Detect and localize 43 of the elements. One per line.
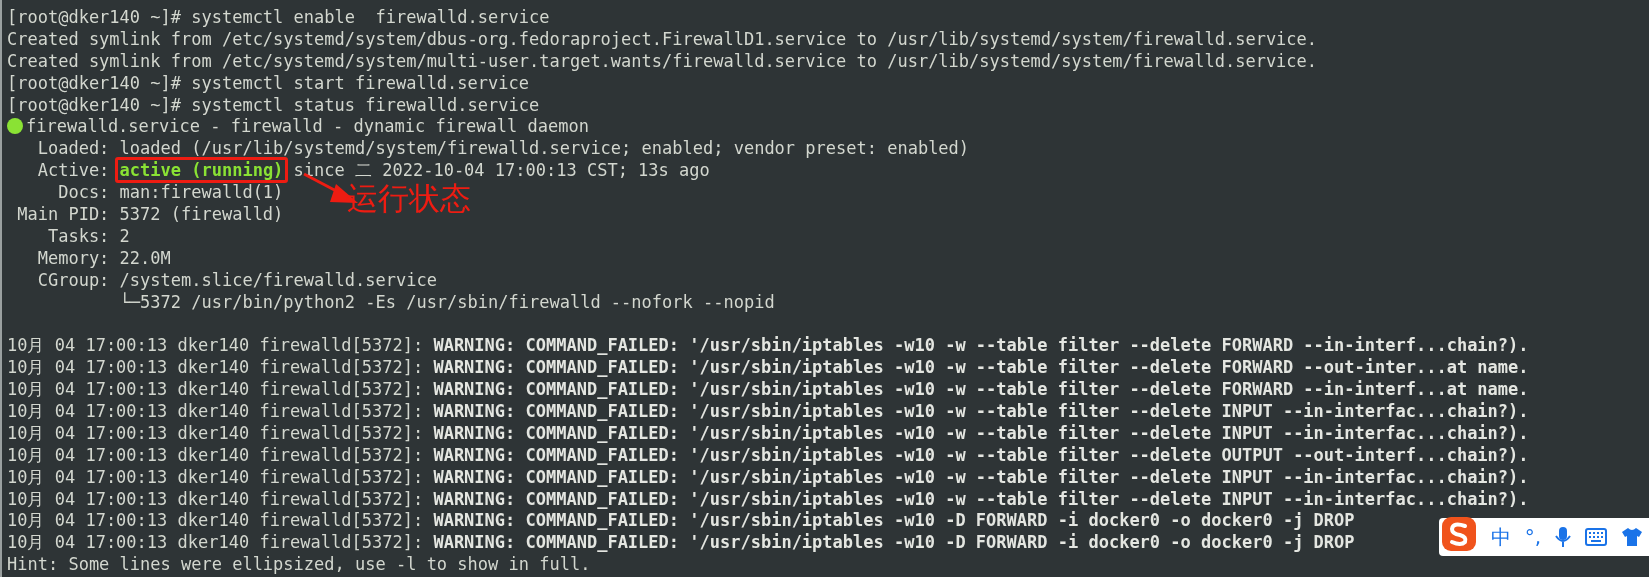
field-label: Active: <box>36 160 111 181</box>
log-message: WARNING: COMMAND_FAILED: '/usr/sbin/iptables -w10 -w --table filter --delete INPUT --in-interfac...chain?). <box>433 466 1529 487</box>
log-message: WARNING: COMMAND_FAILED: '/usr/sbin/iptables -w10 -w --table filter --delete OUTPUT --out-interf...chain?). <box>433 444 1529 465</box>
terminal-line: since 二 2022-10-04 17:00:13 CST; 13s ago <box>292 160 710 181</box>
terminal-line: Hint: Some lines were ellipsized, use -l to show in full. <box>7 554 591 575</box>
shirt-icon[interactable] <box>1621 527 1643 547</box>
terminal-line: └─5372 /usr/bin/python2 -Es /usr/sbin/firewalld --nofork --nopid <box>118 291 775 312</box>
terminal-line: Loaded: loaded (/usr/lib/systemd/system/firewalld.service; enabled; vendor preset: enabled) <box>36 138 970 159</box>
terminal-line: Memory: 22.0M <box>36 247 171 268</box>
log-message: WARNING: COMMAND_FAILED: '/usr/sbin/iptables -w10 -w --table filter --delete INPUT --in-interfac...chain?). <box>433 422 1529 443</box>
terminal-line: Tasks: 2 <box>46 225 130 246</box>
keyboard-icon[interactable] <box>1585 528 1607 546</box>
log-message: WARNING: COMMAND_FAILED: '/usr/sbin/iptables -w10 -w --table filter --delete INPUT --in-interfac...chain?). <box>433 401 1529 422</box>
log-prefix: 10月 04 17:00:13 dker140 firewalld[5372]: <box>7 532 425 553</box>
terminal-line: [root@dker140 ~]# systemctl status firewalld.service <box>7 94 540 115</box>
log-message: WARNING: COMMAND_FAILED: '/usr/sbin/iptables -w10 -w --table filter --delete FORWARD --in-interf...at name. <box>433 379 1529 400</box>
log-prefix: 10月 04 17:00:13 dker140 firewalld[5372]: <box>7 488 425 509</box>
log-prefix: 10月 04 17:00:13 dker140 firewalld[5372]: <box>7 422 425 443</box>
terminal-line: [root@dker140 ~]# systemctl enable firewalld.service <box>7 7 550 27</box>
punctuation-mode[interactable]: °, <box>1524 525 1541 549</box>
log-message: WARNING: COMMAND_FAILED: '/usr/sbin/iptables -w10 -D FORWARD -i docker0 -o docker0 -j DROP <box>433 510 1355 531</box>
log-prefix: 10月 04 17:00:13 dker140 firewalld[5372]: <box>7 357 425 378</box>
log-prefix: 10月 04 17:00:13 dker140 firewalld[5372]: <box>7 335 425 356</box>
log-message: WARNING: COMMAND_FAILED: '/usr/sbin/iptables -w10 -w --table filter --delete INPUT --in-interfac...chain?). <box>433 488 1529 509</box>
log-prefix: 10月 04 17:00:13 dker140 firewalld[5372]: <box>7 444 425 465</box>
log-message: WARNING: COMMAND_FAILED: '/usr/sbin/iptables -w10 -w --table filter --delete FORWARD --in-interf...chain?). <box>433 335 1529 356</box>
terminal-line: Created symlink from /etc/systemd/system/multi-user.target.wants/firewalld.service to /usr/lib/systemd/system/firewalld.service. <box>7 50 1318 71</box>
terminal-line: firewalld.service - firewalld - dynamic firewall daemon <box>26 116 589 137</box>
log-prefix: 10月 04 17:00:13 dker140 firewalld[5372]: <box>7 401 425 422</box>
microphone-icon[interactable] <box>1555 526 1571 548</box>
log-prefix: 10月 04 17:00:13 dker140 firewalld[5372]: <box>7 510 425 531</box>
terminal-line: Main PID: 5372 (firewalld) <box>16 204 284 224</box>
input-mode[interactable]: 中 <box>1490 523 1511 551</box>
terminal-line: [root@dker140 ~]# systemctl start firewalld.service <box>7 72 529 93</box>
log-message: WARNING: COMMAND_FAILED: '/usr/sbin/iptables -w10 -D FORWARD -i docker0 -o docker0 -j DROP <box>433 532 1355 553</box>
log-prefix: 10月 04 17:00:13 dker140 firewalld[5372]: <box>7 466 425 487</box>
annotation-label: 运行状态 <box>347 179 471 218</box>
active-state: active (running) <box>119 160 284 181</box>
terminal-line: Docs: man:firewalld(1) <box>57 182 284 203</box>
log-message: WARNING: COMMAND_FAILED: '/usr/sbin/iptables -w10 -w --table filter --delete FORWARD --out-inter...at name. <box>433 357 1529 378</box>
log-prefix: 10月 04 17:00:13 dker140 firewalld[5372]: <box>7 379 425 400</box>
terminal-line: Created symlink from /etc/systemd/system/dbus-org.fedoraproject.FirewallD1.service to /usr/lib/systemd/system/firewalld.service. <box>7 28 1318 49</box>
terminal-line: CGroup: /system.slice/firewalld.service <box>36 269 437 290</box>
